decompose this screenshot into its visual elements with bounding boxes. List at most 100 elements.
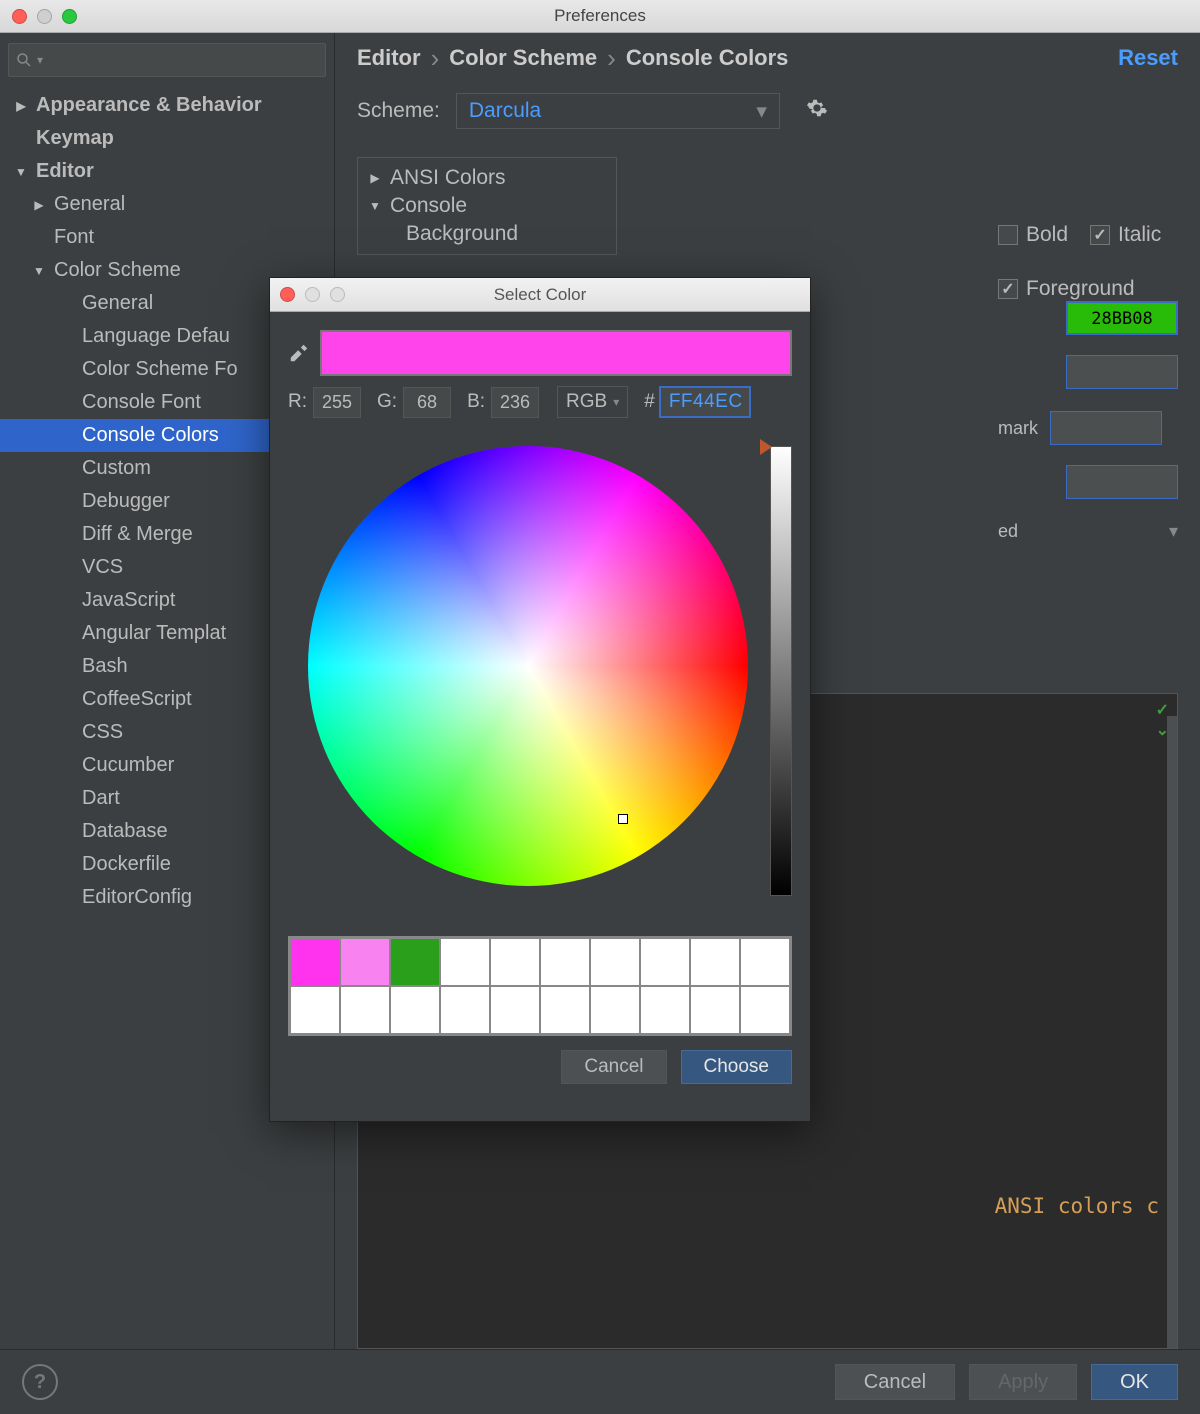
swatch-cell[interactable] <box>340 986 390 1034</box>
sidebar-item-label: Cucumber <box>82 754 174 777</box>
chevron-down-icon[interactable]: ▾ <box>1169 521 1178 542</box>
color-mode-dropdown[interactable]: RGB ▾ <box>557 386 628 418</box>
sidebar-item-font[interactable]: Font <box>0 221 334 254</box>
color-wheel[interactable] <box>308 446 748 886</box>
swatch-cell[interactable] <box>490 986 540 1034</box>
brightness-slider[interactable] <box>770 446 792 896</box>
gear-icon[interactable] <box>806 97 828 125</box>
sidebar-item-label: Console Colors <box>82 424 219 447</box>
color-wheel-handle[interactable] <box>618 814 628 824</box>
swatch-cell[interactable] <box>390 986 440 1034</box>
triangle-down-icon: ▼ <box>368 199 382 213</box>
scheme-dropdown[interactable]: Darcula ▾ <box>456 93 780 129</box>
dialog-title-bar: Select Color <box>270 278 810 312</box>
ok-button[interactable]: OK <box>1091 1364 1178 1400</box>
color-cancel-button[interactable]: Cancel <box>561 1050 666 1084</box>
sidebar-item-label: Appearance & Behavior <box>36 94 262 117</box>
attribute-panel: Bold Italic Foreground 28BB08 mark ed ▾ <box>998 223 1178 542</box>
sidebar-item-label: CSS <box>82 721 123 744</box>
mark-label-fragment: mark <box>998 418 1038 439</box>
bold-checkbox[interactable] <box>998 225 1018 245</box>
console-item[interactable]: Console <box>390 194 467 218</box>
sidebar-item-label: Keymap <box>36 127 114 150</box>
mode-value: RGB <box>566 391 607 413</box>
color-options-tree[interactable]: ▶ ANSI Colors ▼ Console Background <box>357 157 617 255</box>
sidebar-item-label: Custom <box>82 457 151 480</box>
crumb-console-colors: Console Colors <box>626 45 789 71</box>
ed-label-fragment: ed <box>998 521 1018 542</box>
sidebar-item-editor[interactable]: ▼ Editor <box>0 155 334 188</box>
color-swatch-4[interactable] <box>1066 465 1178 499</box>
sidebar-item-label: Database <box>82 820 168 843</box>
color-swatch-3[interactable] <box>1050 411 1162 445</box>
swatch-cell[interactable] <box>440 938 490 986</box>
swatch-cell[interactable] <box>490 938 540 986</box>
swatch-cell[interactable] <box>640 938 690 986</box>
swatch-cell[interactable] <box>540 986 590 1034</box>
swatch-cell[interactable] <box>740 986 790 1034</box>
b-label: B: <box>467 391 485 413</box>
crumb-color-scheme[interactable]: Color Scheme <box>449 45 597 71</box>
swatch-cell[interactable] <box>590 938 640 986</box>
crumb-editor[interactable]: Editor <box>357 45 421 71</box>
sidebar-item-label: VCS <box>82 556 123 579</box>
reset-link[interactable]: Reset <box>1118 45 1178 71</box>
sidebar-item-label: Font <box>54 226 94 249</box>
swatch-cell[interactable] <box>690 938 740 986</box>
scheme-label: Scheme: <box>357 99 440 123</box>
r-label: R: <box>288 391 307 413</box>
apply-button[interactable]: Apply <box>969 1364 1077 1400</box>
ansi-colors-item[interactable]: ANSI Colors <box>390 166 506 190</box>
scheme-value: Darcula <box>469 99 541 123</box>
sidebar-item-label: Bash <box>82 655 128 678</box>
sidebar-item-general[interactable]: ▶ General <box>0 188 334 221</box>
foreground-checkbox[interactable] <box>998 279 1018 299</box>
swatch-cell[interactable] <box>390 938 440 986</box>
search-input[interactable]: ▾ <box>8 43 326 77</box>
italic-checkbox[interactable] <box>1090 225 1110 245</box>
foreground-label: Foreground <box>1026 277 1135 301</box>
swatch-cell[interactable] <box>290 986 340 1034</box>
triangle-right-icon: ▶ <box>368 171 382 185</box>
swatch-cell[interactable] <box>740 938 790 986</box>
brightness-slider-handle[interactable] <box>760 439 772 455</box>
g-input[interactable]: 68 <box>403 387 451 418</box>
background-item[interactable]: Background <box>406 222 518 246</box>
scrollbar[interactable] <box>1167 716 1177 1348</box>
preview-text: ANSI colors c <box>995 1194 1159 1218</box>
color-swatch-palette[interactable] <box>288 936 792 1036</box>
color-choose-button[interactable]: Choose <box>681 1050 793 1084</box>
dialog-title: Select Color <box>270 285 810 305</box>
sidebar-item-label: Language Defau <box>82 325 230 348</box>
sidebar-item-label: Editor <box>36 160 94 183</box>
sidebar-item-appearance-behavior[interactable]: ▶ Appearance & Behavior <box>0 89 334 122</box>
sidebar-item-label: Color Scheme <box>54 259 181 282</box>
sidebar-item-label: Dart <box>82 787 120 810</box>
color-swatch-2[interactable] <box>1066 355 1178 389</box>
chevron-down-icon: ▾ <box>756 99 767 124</box>
eyedropper-icon[interactable] <box>288 342 310 364</box>
breadcrumb: Editor › Color Scheme › Console Colors <box>357 45 1178 71</box>
hex-input[interactable]: FF44EC <box>659 386 751 418</box>
triangle-right-icon: ▶ <box>32 198 46 212</box>
swatch-cell[interactable] <box>640 986 690 1034</box>
foreground-color-swatch[interactable]: 28BB08 <box>1066 301 1178 335</box>
b-input[interactable]: 236 <box>491 387 539 418</box>
swatch-cell[interactable] <box>690 986 740 1034</box>
cancel-button[interactable]: Cancel <box>835 1364 955 1400</box>
sidebar-item-label: Debugger <box>82 490 170 513</box>
help-icon[interactable]: ? <box>22 1364 58 1400</box>
sidebar-item-keymap[interactable]: Keymap <box>0 122 334 155</box>
sidebar-item-label: General <box>54 193 125 216</box>
r-input[interactable]: 255 <box>313 387 361 418</box>
search-icon <box>15 51 33 69</box>
color-preview-bar <box>320 330 792 376</box>
swatch-cell[interactable] <box>440 986 490 1034</box>
swatch-cell[interactable] <box>540 938 590 986</box>
swatch-cell[interactable] <box>290 938 340 986</box>
triangle-right-icon: ▶ <box>14 99 28 113</box>
swatch-cell[interactable] <box>590 986 640 1034</box>
triangle-down-icon: ▼ <box>14 165 28 179</box>
hash-label: # <box>644 391 655 413</box>
swatch-cell[interactable] <box>340 938 390 986</box>
